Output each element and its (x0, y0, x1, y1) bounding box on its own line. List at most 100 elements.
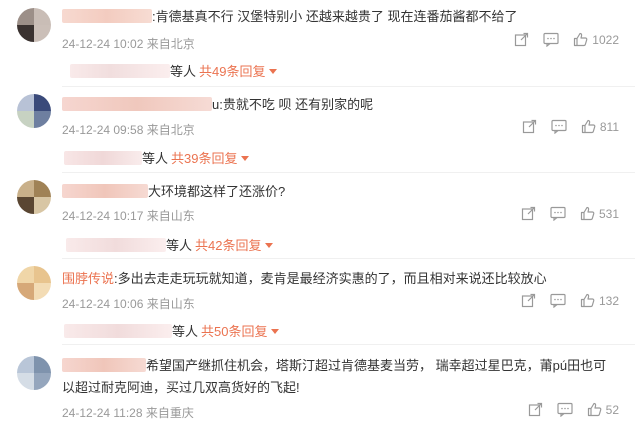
comment-button[interactable] (557, 402, 573, 417)
comment-actions: 132 (507, 293, 619, 308)
comment-text-line: 希望国产继抓住机会，塔斯汀超过肯德基麦当劳， 瑞幸超过星巴克，莆pú田也可 (62, 357, 606, 375)
username-blurred[interactable] (62, 97, 212, 111)
reply-suffix: 等人 (166, 238, 193, 253)
like-count: 811 (599, 119, 619, 134)
share-icon (528, 402, 542, 417)
like-button[interactable]: 531 (580, 206, 619, 221)
like-button[interactable]: 132 (580, 293, 619, 308)
share-button[interactable] (528, 402, 543, 417)
comment-item: u:贵就不吃 呗 还有别家的呢 24-12-24 09:58 来自北京 811 … (0, 86, 635, 172)
comment-icon (557, 402, 573, 417)
chevron-down-icon[interactable] (265, 243, 274, 248)
thumbs-up-icon (574, 32, 588, 47)
comment-text-line: 大环境都这样了还涨价? (62, 183, 285, 201)
like-count: 132 (598, 293, 619, 308)
avatar[interactable] (17, 266, 51, 300)
reply-summary[interactable]: 等人 共39条回复 (64, 148, 250, 167)
thumbs-up-icon (587, 402, 602, 417)
reply-suffix: 等人 (172, 324, 199, 339)
comment-icon (550, 293, 566, 308)
comment-text-continued: 以超过耐克阿迪，买过几双高货好的飞起! (62, 380, 300, 395)
avatar[interactable] (17, 180, 51, 214)
reply-summary[interactable]: 等人 共49条回复 (70, 61, 278, 80)
share-button[interactable] (514, 32, 529, 47)
comment-time: 24-12-24 10:02 (62, 37, 144, 51)
comment-actions: 531 (507, 206, 619, 221)
comment-location: 来自北京 (146, 37, 195, 51)
replier-names-blurred (66, 238, 166, 252)
comment-location: 来自重庆 (145, 406, 194, 420)
comment-location: 来自山东 (146, 297, 195, 311)
comment-actions: 52 (514, 402, 619, 417)
reply-count-link[interactable]: 共49条回复 (199, 64, 265, 79)
comment-text-line: u:贵就不吃 呗 还有别家的呢 (62, 96, 373, 114)
avatar[interactable] (17, 94, 51, 128)
thumbs-up-icon (580, 293, 595, 308)
share-icon (522, 119, 536, 134)
comment-meta: 24-12-24 10:06 来自山东 (62, 295, 195, 312)
reply-suffix: 等人 (142, 151, 169, 166)
comment-icon (550, 206, 566, 221)
replier-names-blurred (64, 151, 142, 165)
chevron-down-icon[interactable] (271, 329, 280, 334)
comment-button[interactable] (551, 119, 567, 134)
comment-item: 大环境都这样了还涨价? 24-12-24 10:17 来自山东 531 等人 共4… (0, 172, 635, 258)
reply-count-link[interactable]: 共50条回复 (201, 324, 267, 339)
like-count: 52 (605, 402, 619, 417)
comment-item: 围脖传说:多出去走走玩玩就知道，麦肯是最经济实惠的了，而且相对来说还比较放心 2… (0, 258, 635, 344)
reply-suffix: 等人 (170, 64, 197, 79)
comment-time: 24-12-24 09:58 (62, 123, 144, 137)
comment-item: :肯德基真不行 汉堡特别小 还越来越贵了 现在连番茄酱都不给了 24-12-24… (0, 0, 635, 85)
share-icon (521, 206, 536, 221)
reply-count-link[interactable]: 共39条回复 (171, 151, 237, 166)
comment-location: 来自北京 (146, 123, 195, 137)
comment-time: 24-12-24 10:06 (62, 297, 144, 311)
comment-item: 希望国产继抓住机会，塔斯汀超过肯德基麦当劳， 瑞幸超过星巴克，莆pú田也可 以超… (0, 344, 635, 422)
share-button[interactable] (521, 206, 536, 221)
replier-names-blurred (70, 64, 170, 78)
share-button[interactable] (521, 293, 536, 308)
chevron-down-icon[interactable] (269, 69, 278, 74)
comment-text: u:贵就不吃 呗 还有别家的呢 (212, 97, 374, 112)
share-button[interactable] (522, 119, 537, 134)
comment-text: :多出去走走玩玩就知道，麦肯是最经济实惠的了，而且相对来说还比较放心 (114, 271, 547, 286)
avatar[interactable] (17, 356, 51, 390)
username-link[interactable]: 围脖传说 (62, 271, 114, 286)
comment-meta: 24-12-24 10:17 来自山东 (62, 207, 195, 224)
chevron-down-icon[interactable] (241, 156, 250, 161)
like-button[interactable]: 811 (581, 119, 619, 134)
username-blurred[interactable] (62, 184, 148, 198)
comment-button[interactable] (543, 32, 559, 47)
thumbs-up-icon (580, 206, 595, 221)
comment-icon (551, 119, 567, 134)
comment-text: 希望国产继抓住机会，塔斯汀超过肯德基麦当劳， 瑞幸超过星巴克，莆pú田也可 (146, 358, 607, 373)
reply-count-link[interactable]: 共42条回复 (195, 238, 261, 253)
share-icon (521, 293, 536, 308)
replier-names-blurred (64, 324, 172, 338)
comment-text: 大环境都这样了还涨价? (148, 184, 286, 199)
comment-meta: 24-12-24 09:58 来自北京 (62, 121, 195, 138)
comment-icon (543, 32, 559, 47)
comment-meta: 24-12-24 11:28 来自重庆 (62, 404, 194, 421)
comment-text-line: 以超过耐克阿迪，买过几双高货好的飞起! (62, 379, 300, 397)
like-button[interactable]: 52 (587, 402, 619, 417)
reply-summary[interactable]: 等人 共50条回复 (64, 321, 280, 340)
comment-actions: 1022 (500, 32, 619, 47)
comment-time: 24-12-24 11:28 (62, 406, 143, 420)
comment-text-line: 围脖传说:多出去走走玩玩就知道，麦肯是最经济实惠的了，而且相对来说还比较放心 (62, 270, 547, 288)
comment-location: 来自山东 (146, 209, 195, 223)
comment-button[interactable] (550, 206, 566, 221)
like-count: 531 (598, 206, 619, 221)
comment-meta: 24-12-24 10:02 来自北京 (62, 35, 195, 52)
like-count: 1022 (592, 32, 619, 47)
reply-summary[interactable]: 等人 共42条回复 (66, 235, 274, 254)
comment-text: :肯德基真不行 汉堡特别小 还越来越贵了 现在连番茄酱都不给了 (152, 9, 518, 24)
like-button[interactable]: 1022 (573, 32, 619, 47)
username-blurred[interactable] (62, 358, 146, 372)
comment-button[interactable] (550, 293, 566, 308)
share-icon (515, 32, 529, 47)
comment-text-line: :肯德基真不行 汉堡特别小 还越来越贵了 现在连番茄酱都不给了 (62, 8, 517, 26)
username-blurred[interactable] (62, 9, 152, 23)
thumbs-up-icon (581, 119, 596, 134)
avatar[interactable] (17, 8, 51, 42)
